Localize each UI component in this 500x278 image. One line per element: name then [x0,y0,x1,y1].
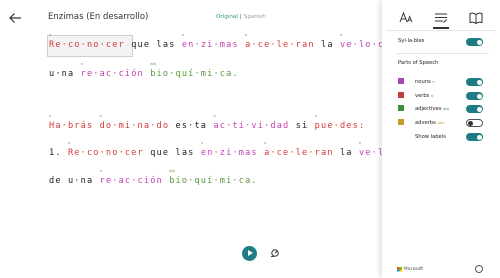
text-line: de u·na n re·ac·ción adj bio·quí·mi·ca. [49,169,258,186]
word[interactable]: nve·lo [359,141,382,158]
info-icon[interactable] [475,265,483,273]
word[interactable]: la [340,148,353,158]
word[interactable]: v do·mi·na·do [100,114,170,131]
word[interactable]: adj bio·quí·mi·ca. [150,62,239,79]
nouns-label: nouns n [415,79,435,85]
play-button[interactable] [242,246,257,261]
word[interactable]: v pue·des: [315,114,366,131]
word[interactable]: v Re·co·no·cer [68,141,144,158]
adverbs-color-swatch [398,119,404,125]
word[interactable]: que [150,148,169,158]
verbs-label: verbs v [415,93,434,99]
word[interactable]: si [296,121,309,131]
nouns-toggle[interactable] [466,78,483,86]
text-options-tab[interactable] [398,10,414,26]
adverbs-toggle[interactable] [466,119,483,127]
panel-divider [386,30,496,31]
text-line: u·na n re·ac·ción adj bio·quí·mi·ca. [49,62,239,79]
word[interactable]: v Re·co·no·cer [49,33,125,50]
word[interactable]: n re·ac·ción [81,62,144,79]
nouns-color-swatch [398,78,404,84]
text-line: 1. v Re·co·no·cer que las n en·zi·mas v a·c… [49,141,382,158]
microsoft-logo-icon [397,266,402,272]
word[interactable]: las [176,148,195,158]
reading-preferences-icon [469,12,483,25]
word[interactable]: n en·zi·mas [182,33,239,50]
word[interactable]: las [157,40,176,50]
adjectives-label: adjectives adj [415,106,449,112]
verbs-color-swatch [398,92,404,98]
adjectives-toggle[interactable] [466,105,483,113]
word[interactable]: adj bio·quí·mi·ca. [169,169,258,186]
parts-of-speech-heading: Parts of Speech [398,60,439,66]
show-labels-toggle[interactable] [466,133,483,141]
list-number: 1. [49,148,62,158]
voice-settings-icon[interactable] [270,248,280,258]
text-options-icon [399,11,413,23]
adjectives-color-swatch [398,105,404,111]
word[interactable]: nve·lo·ci [340,33,382,50]
word[interactable]: n re·ac·ción [100,169,163,186]
grammar-options-tab[interactable] [433,10,449,26]
selected-tab-indicator [433,27,449,29]
verbs-toggle[interactable] [466,92,483,100]
section-divider [396,53,489,54]
text-line: v Ha·brás v do·mi·na·do es·ta n ac·ti·vi·da… [49,114,366,131]
reading-preferences-tab[interactable] [468,10,484,26]
reading-area: v Re·co·no·cer que las n en·zi·mas v a·ce·l… [0,0,382,278]
show-labels-label: Show labels [415,134,446,140]
word[interactable]: v a·ce·le·ran [245,33,315,50]
word[interactable]: v Ha·brás [49,114,93,131]
grammar-options-icon [435,13,447,23]
word[interactable]: v a·ce·le·ran [264,141,334,158]
word[interactable]: n en·zi·mas [201,141,258,158]
microsoft-logo: Microsoft [397,266,423,272]
adverbs-label: adverbs adv [415,120,445,126]
word[interactable]: es·ta [176,121,208,131]
syllables-toggle[interactable] [466,38,483,46]
word[interactable]: de [49,176,62,186]
word[interactable]: que [131,40,150,50]
word[interactable]: la [321,40,334,50]
word[interactable]: u·na [68,176,93,186]
word[interactable]: n ac·ti·vi·dad [213,114,289,131]
text-line: v Re·co·no·cer que las n en·zi·mas v a·ce·l… [49,33,382,50]
word[interactable]: u·na [49,69,74,79]
syllables-label: Syl·la·bles [398,38,425,44]
